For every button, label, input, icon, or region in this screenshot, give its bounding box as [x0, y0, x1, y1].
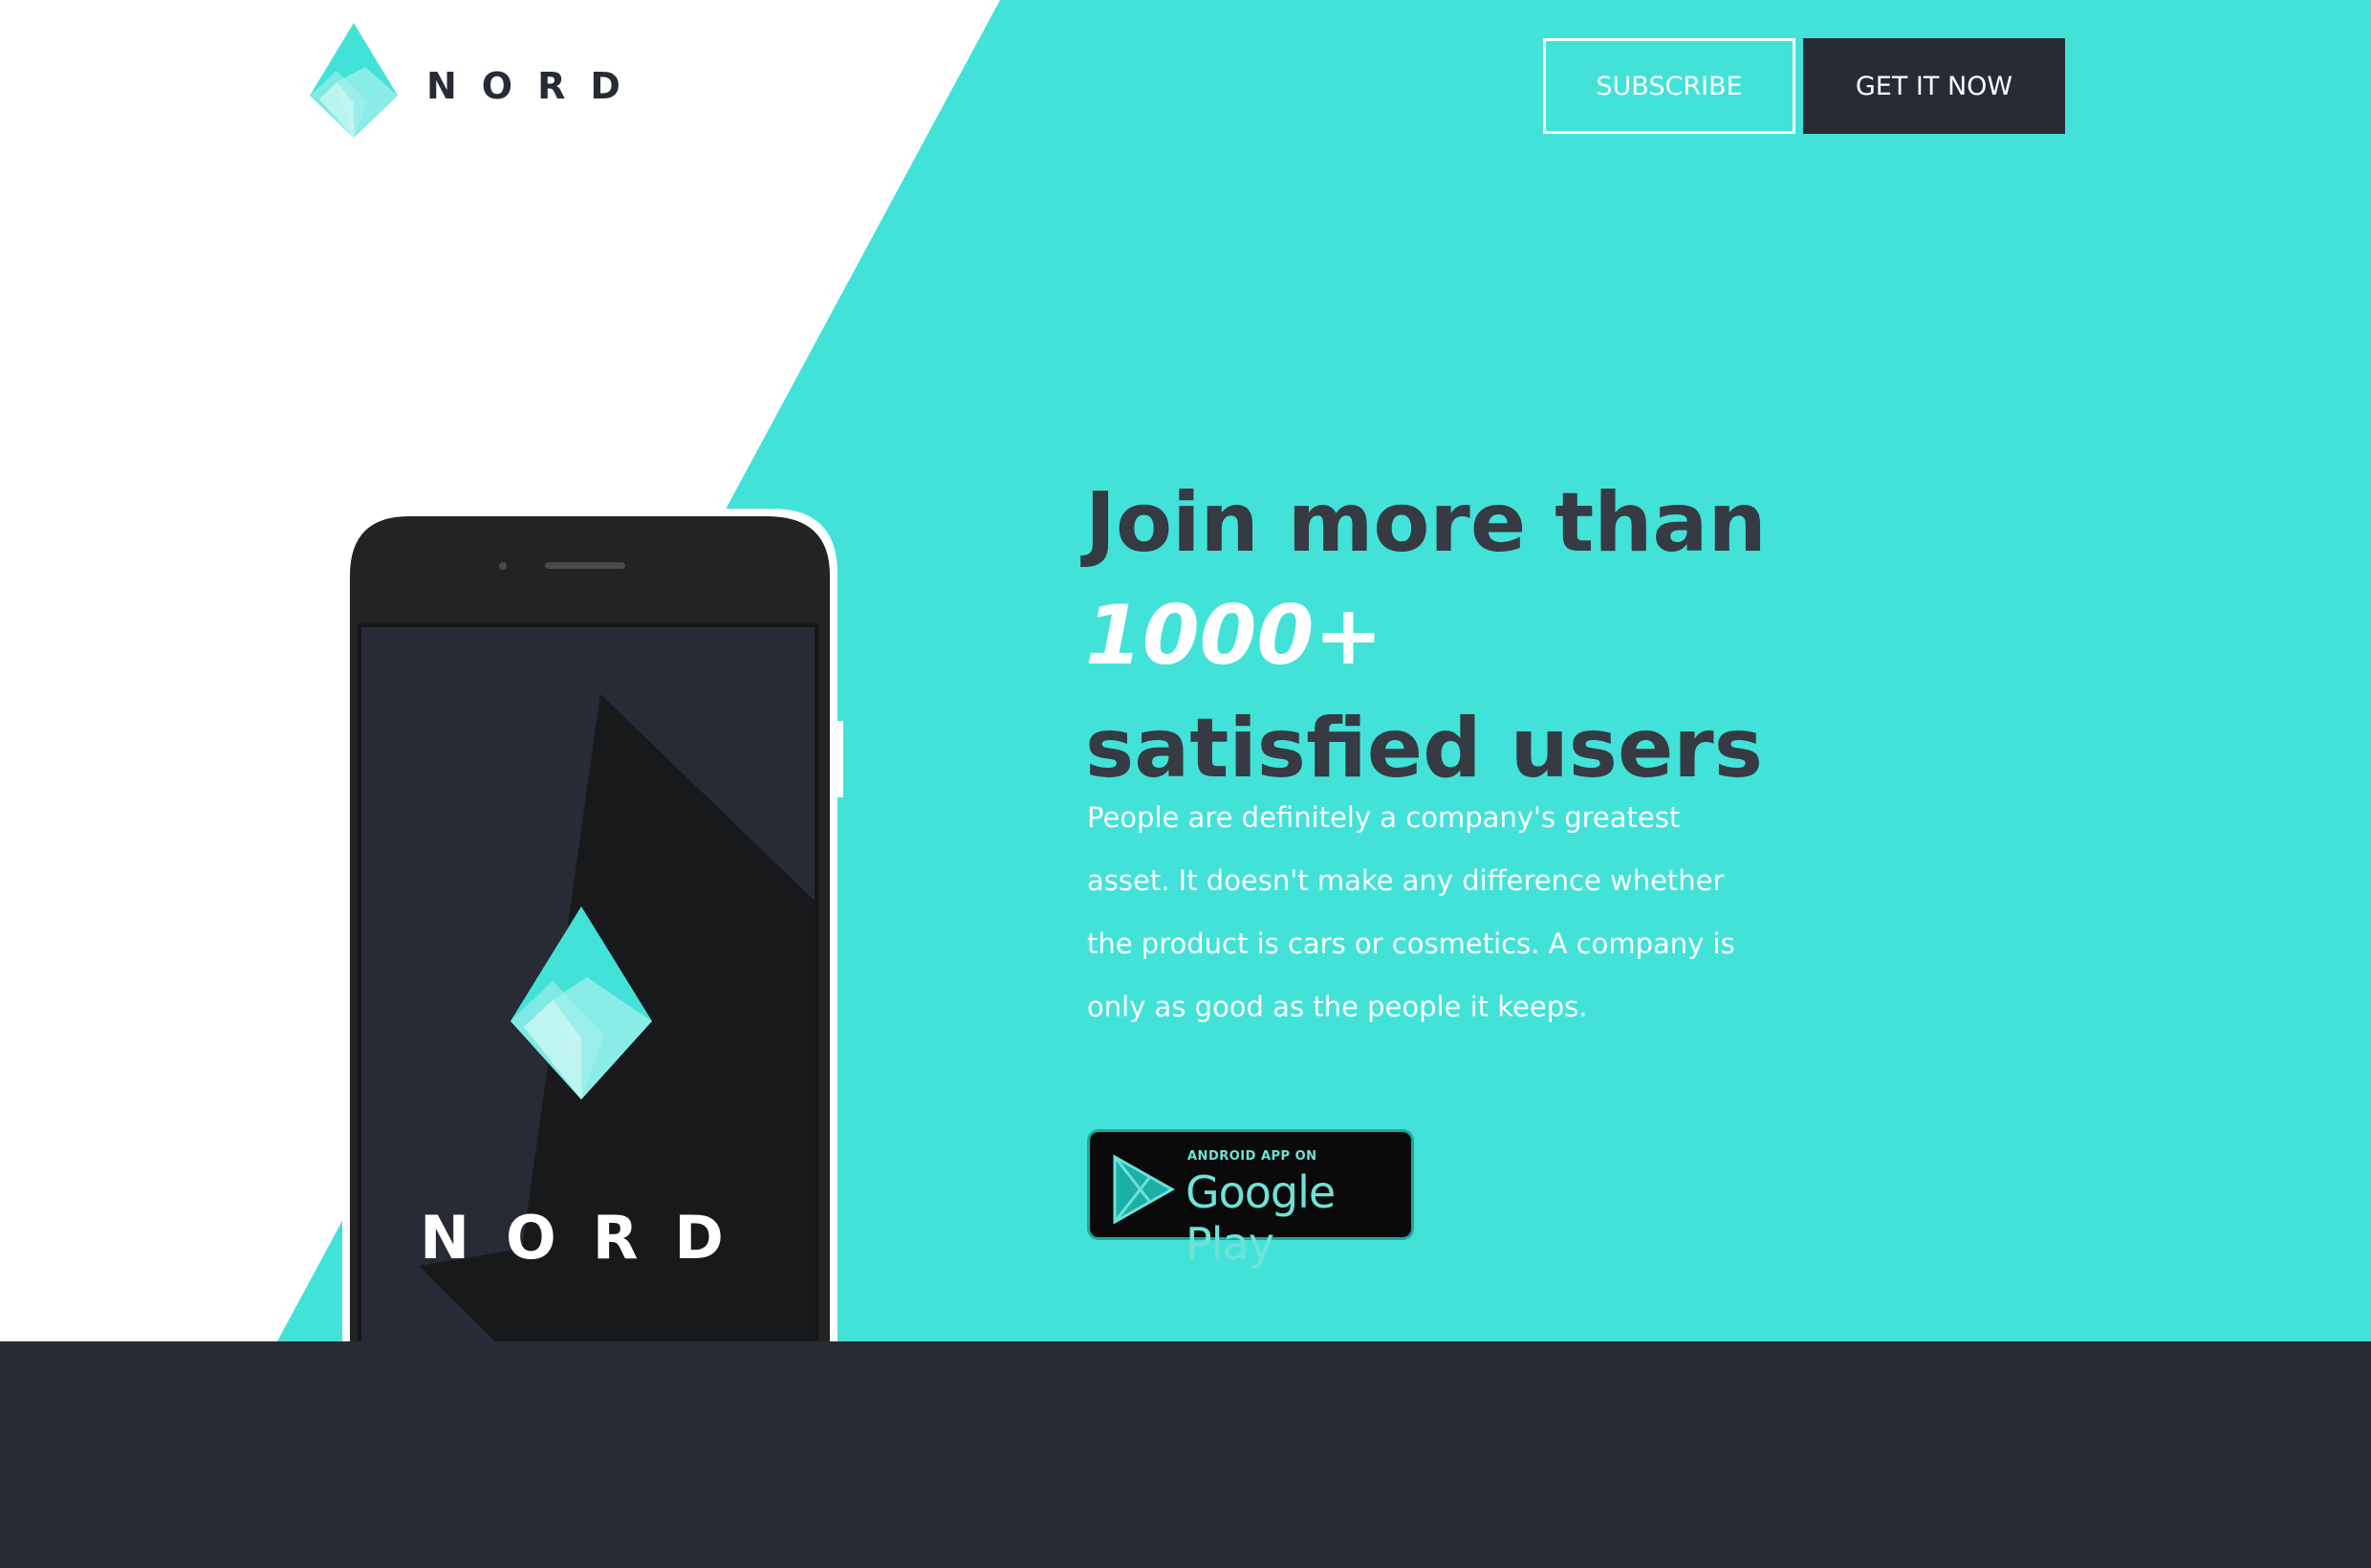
google-play-big-text: Google Play [1186, 1166, 1336, 1270]
google-play-button[interactable]: ANDROID APP ON Google Play [1087, 1129, 1414, 1270]
nord-diamond-logo-icon[interactable] [308, 21, 400, 140]
hero-description: People are definitely a company's greate… [1087, 801, 1735, 1023]
headline-count: 1000+ [1085, 588, 1383, 684]
google-play-small-text: ANDROID APP ON [1187, 1149, 1317, 1164]
footer-band [0, 1341, 2371, 1568]
subscribe-button[interactable]: SUBSCRIBE [1543, 38, 1795, 134]
google-play-icon [1113, 1154, 1176, 1225]
get-it-now-button[interactable]: GET IT NOW [1803, 38, 2065, 134]
headline-prefix: Join more than [1085, 475, 1767, 571]
headline-suffix: satisfied users [1085, 701, 1763, 796]
phone-brand-text: NORD [420, 1203, 760, 1273]
hero-section: NORD SUBSCRIBE GET IT NOW NORD Join more… [0, 0, 2371, 1341]
hero-headline: Join more than 1000+ satisfied users [1085, 467, 2022, 805]
logo-text[interactable]: NORD [426, 65, 645, 107]
